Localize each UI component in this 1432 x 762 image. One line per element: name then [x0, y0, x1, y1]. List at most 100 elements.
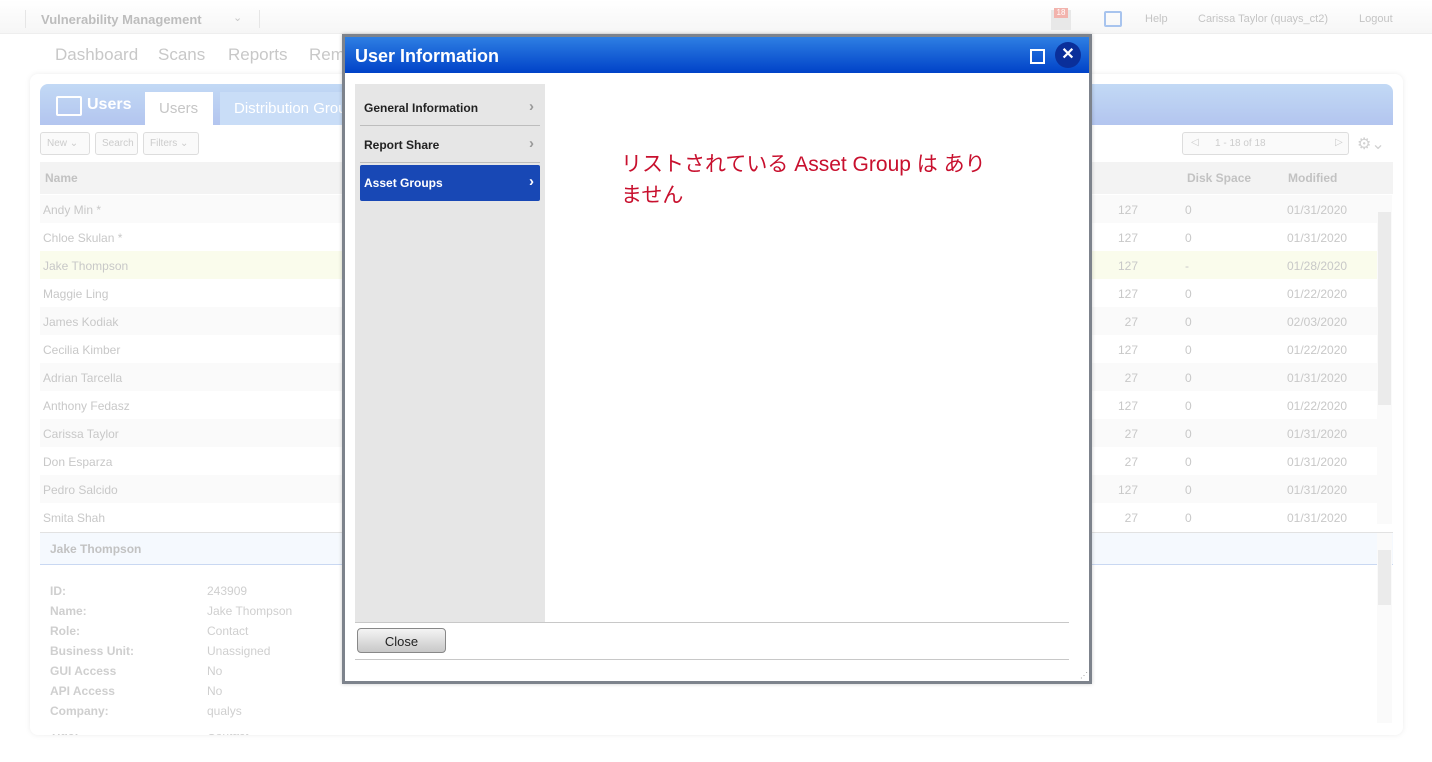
gear-icon[interactable]: ⚙⌄	[1357, 134, 1385, 154]
detail-value: No	[207, 664, 223, 678]
pagination-label: 1 - 18 of 18	[1215, 138, 1266, 149]
details-clip	[40, 722, 1393, 734]
close-icon[interactable]: ✕	[1055, 42, 1081, 68]
close-button[interactable]: Close	[357, 628, 446, 653]
user-name[interactable]: Smita Shah	[43, 511, 105, 525]
detail-value: qualys	[207, 704, 242, 718]
filters-label: Filters	[150, 138, 178, 149]
new-label: New	[47, 138, 68, 149]
menu-item-label: General Information	[364, 101, 479, 115]
disk-space: 0	[1185, 203, 1192, 217]
logout-link[interactable]: Logout	[1359, 13, 1393, 25]
chevron-right-icon: ›	[529, 98, 534, 115]
detail-label: Name:	[50, 604, 87, 618]
details-scrollbar[interactable]	[1377, 533, 1392, 723]
disk-space: 0	[1185, 399, 1192, 413]
modified-date: 01/22/2020	[1287, 399, 1348, 413]
dialog-title: User Information	[355, 46, 500, 66]
app-switcher[interactable]: Vulnerability Management	[41, 12, 202, 27]
modified-date: 01/31/2020	[1287, 455, 1348, 469]
chevron-down-icon[interactable]: ⌄	[233, 11, 242, 24]
modified-date: 02/03/2020	[1287, 315, 1348, 329]
user-name[interactable]: James Kodiak	[43, 315, 118, 329]
disk-space: 0	[1185, 427, 1192, 441]
divider	[259, 10, 260, 28]
mail-icon[interactable]: 18	[1051, 8, 1071, 30]
tab-users[interactable]: Users	[145, 92, 213, 125]
cell-partial: 127	[1117, 259, 1138, 273]
user-name[interactable]: Cecilia Kimber	[43, 343, 120, 357]
disk-space: 0	[1185, 231, 1192, 245]
detail-value: No	[207, 684, 223, 698]
help-menu[interactable]: Help	[1145, 13, 1168, 25]
modified-date: 01/31/2020	[1287, 511, 1348, 525]
user-name[interactable]: Carissa Taylor	[43, 427, 119, 441]
disk-space: 0	[1185, 483, 1192, 497]
popout-icon[interactable]	[1030, 49, 1045, 64]
user-menu[interactable]: Carissa Taylor (quays_ct2)	[1198, 13, 1328, 25]
prev-page-icon[interactable]: ◁	[1191, 137, 1199, 148]
column-disk-space[interactable]: Disk Space	[1187, 171, 1251, 185]
users-icon	[56, 96, 82, 116]
nav-scans[interactable]: Scans	[158, 45, 205, 65]
dialog-menu-item[interactable]: General Information ›	[360, 90, 540, 126]
empty-message: リストされている Asset Group は ありません	[621, 153, 986, 207]
modified-date: 01/31/2020	[1287, 427, 1348, 441]
detail-value: 243909	[207, 584, 248, 598]
resize-handle[interactable]: ⋰	[1080, 671, 1088, 680]
modified-date: 01/22/2020	[1287, 343, 1348, 357]
modified-date: 01/31/2020	[1287, 371, 1348, 385]
notification-badge: 18	[1054, 8, 1068, 18]
menu-item-label: Report Share	[364, 138, 440, 152]
disk-space: 0	[1185, 511, 1192, 525]
nav-remediation[interactable]: Rem	[309, 45, 345, 65]
disk-space: 0	[1185, 315, 1192, 329]
divider	[355, 659, 1069, 660]
detail-value: Unassigned	[207, 644, 271, 658]
scroll-thumb[interactable]	[1378, 550, 1391, 605]
new-button[interactable]: New ⌄	[40, 132, 90, 155]
panel-title: Users	[87, 96, 132, 113]
column-modified[interactable]: Modified	[1288, 171, 1337, 185]
table-scrollbar[interactable]	[1377, 195, 1392, 524]
cell-partial: 127	[1117, 231, 1138, 245]
disk-space: 0	[1185, 287, 1192, 301]
detail-label: API Access	[50, 684, 115, 698]
user-name[interactable]: Andy Min *	[43, 203, 101, 217]
detail-label: Business Unit:	[50, 644, 135, 658]
cell-partial: 127	[1117, 483, 1138, 497]
cell-partial: 27	[1124, 371, 1138, 385]
chevron-right-icon: ›	[529, 173, 534, 190]
user-name[interactable]: Maggie Ling	[43, 287, 108, 301]
detail-label: Company:	[50, 704, 109, 718]
tab-distribution-groups[interactable]: Distribution Grou	[220, 92, 345, 125]
modified-date: 01/31/2020	[1287, 483, 1348, 497]
user-name[interactable]: Jake Thompson	[43, 259, 128, 273]
scroll-thumb[interactable]	[1378, 212, 1391, 405]
nav-reports[interactable]: Reports	[228, 45, 288, 65]
user-name[interactable]: Adrian Tarcella	[43, 371, 122, 385]
user-name[interactable]: Pedro Salcido	[43, 483, 118, 497]
nav-dashboard[interactable]: Dashboard	[55, 45, 138, 65]
user-name[interactable]: Anthony Fedasz	[43, 399, 130, 413]
dialog-title-bar: User Information ✕	[345, 37, 1089, 73]
menu-item-label: Asset Groups	[364, 176, 443, 190]
modified-date: 01/31/2020	[1287, 203, 1348, 217]
cell-partial: 127	[1117, 203, 1138, 217]
cell-partial: 27	[1124, 455, 1138, 469]
dialog-menu-item[interactable]: Asset Groups ›	[360, 165, 540, 201]
filters-button[interactable]: Filters ⌄	[143, 132, 199, 155]
cell-partial: 127	[1117, 399, 1138, 413]
user-name[interactable]: Chloe Skulan *	[43, 231, 122, 245]
detail-label: Role:	[50, 624, 80, 638]
dialog-menu-item[interactable]: Report Share ›	[360, 127, 540, 163]
user-information-dialog: User Information ✕ General Information › R…	[342, 34, 1092, 684]
detail-value: Contact	[207, 624, 249, 638]
column-name[interactable]: Name	[45, 171, 78, 185]
divider	[355, 622, 1069, 623]
user-name[interactable]: Don Esparza	[43, 455, 112, 469]
cell-partial: 127	[1117, 287, 1138, 301]
gallery-icon[interactable]	[1104, 11, 1122, 27]
next-page-icon[interactable]: ▷	[1335, 137, 1343, 148]
search-button[interactable]: Search	[95, 132, 138, 155]
